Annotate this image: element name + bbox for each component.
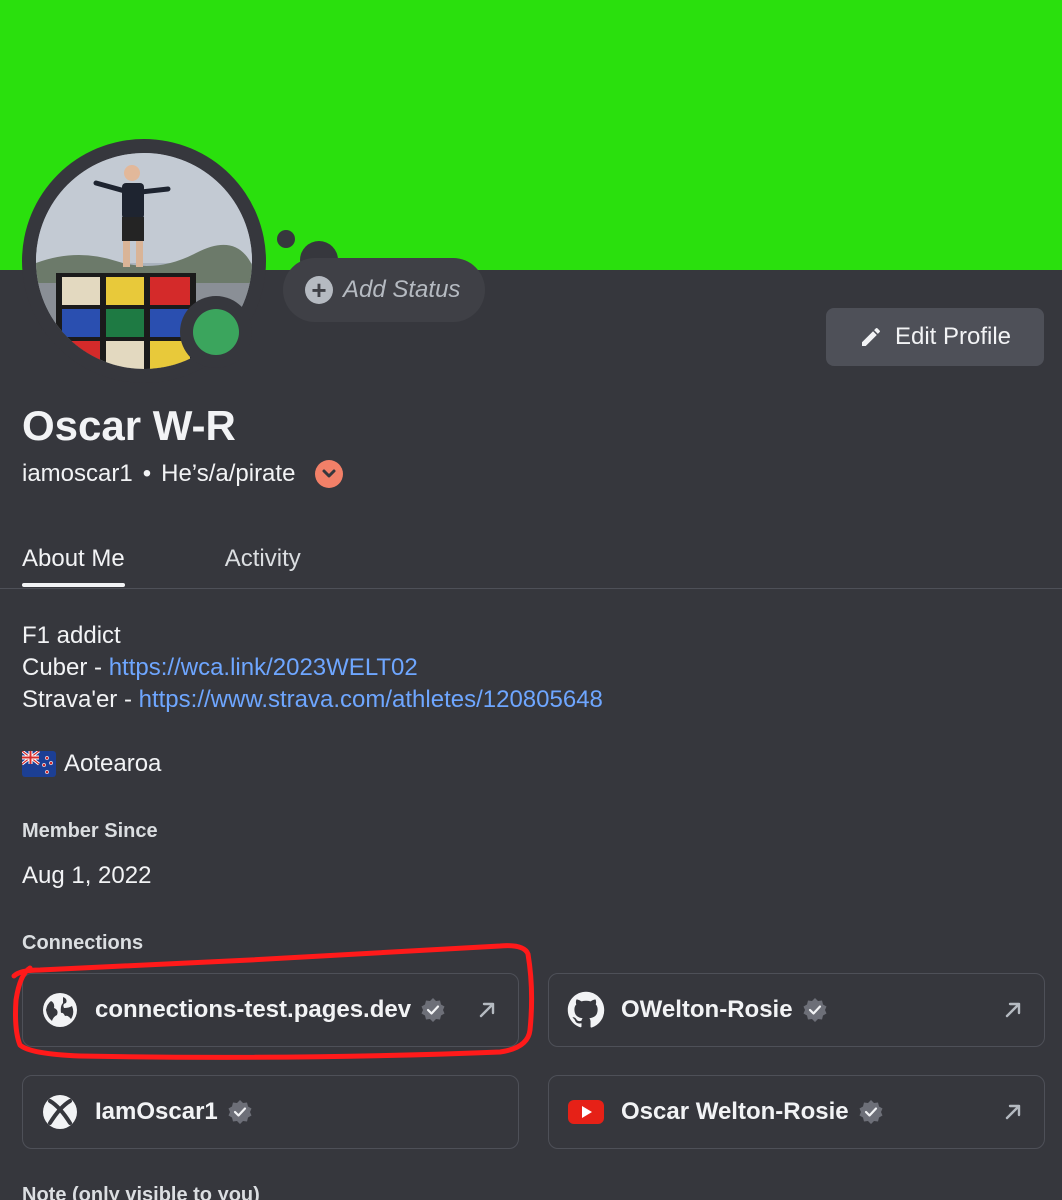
member-since-title: Member Since <box>22 820 158 842</box>
plus-circle-icon: + <box>305 276 333 304</box>
verified-check-icon <box>228 1100 252 1124</box>
globe-icon <box>41 991 79 1029</box>
note-title: Note (only visible to you) <box>22 1184 260 1200</box>
bio-line: Cuber - https://wca.link/2023WELT02 <box>22 652 603 684</box>
tab-about-me[interactable]: About Me <box>22 545 125 587</box>
location: Aotearoa <box>22 750 161 778</box>
online-status-indicator <box>193 309 239 355</box>
status-bubble-small <box>277 230 295 248</box>
profile-tabs: About Me Activity <box>22 545 301 587</box>
connection-name: IamOscar1 <box>95 1098 218 1125</box>
member-since-date: Aug 1, 2022 <box>22 862 152 889</box>
location-text: Aotearoa <box>64 750 162 777</box>
connection-name: Oscar Welton-Rosie <box>621 1098 849 1125</box>
external-link-icon[interactable] <box>1002 999 1024 1021</box>
chevron-down-icon[interactable] <box>315 460 344 488</box>
about-me-bio: F1 addict Cuber - https://wca.link/2023W… <box>22 620 603 716</box>
connection-name: OWelton-Rosie <box>621 996 793 1023</box>
verified-check-icon <box>859 1100 883 1124</box>
bio-label: Strava'er - <box>22 686 139 713</box>
edit-profile-button[interactable]: Edit Profile <box>826 308 1044 366</box>
verified-check-icon <box>421 998 445 1022</box>
nz-flag-icon <box>22 751 56 777</box>
wca-link[interactable]: https://wca.link/2023WELT02 <box>109 654 418 681</box>
xbox-icon <box>41 1093 79 1131</box>
add-status-button[interactable]: + Add Status <box>283 258 485 322</box>
github-icon <box>567 991 605 1029</box>
bio-line: F1 addict <box>22 622 121 649</box>
connection-youtube[interactable]: Oscar Welton-Rosie <box>548 1075 1045 1149</box>
bio-line: Strava'er - https://www.strava.com/athle… <box>22 684 603 716</box>
tab-divider <box>0 588 1062 589</box>
pronouns: He’s/a/pirate <box>161 460 296 487</box>
add-status-label: Add Status <box>343 276 461 303</box>
external-link-icon[interactable] <box>476 999 498 1021</box>
edit-profile-label: Edit Profile <box>894 323 1012 350</box>
connections-title: Connections <box>22 932 144 954</box>
bio-label: Cuber - <box>22 654 109 681</box>
verified-check-icon <box>803 998 827 1022</box>
connection-xbox[interactable]: IamOscar1 <box>22 1075 519 1149</box>
pencil-icon <box>861 328 880 346</box>
connection-website[interactable]: connections-test.pages.dev <box>22 973 519 1047</box>
external-link-icon[interactable] <box>1002 1101 1024 1123</box>
display-name: Oscar W-R <box>22 402 236 449</box>
connection-name: connections-test.pages.dev <box>95 996 412 1023</box>
connection-github[interactable]: OWelton-Rosie <box>548 973 1045 1047</box>
strava-link[interactable]: https://www.strava.com/athletes/12080564… <box>139 686 603 713</box>
username: iamoscar1 <box>22 460 133 487</box>
separator: • <box>142 460 152 487</box>
youtube-icon <box>567 1093 605 1131</box>
username-line: iamoscar1 • He’s/a/pirate <box>22 460 344 488</box>
tab-activity[interactable]: Activity <box>225 545 301 585</box>
